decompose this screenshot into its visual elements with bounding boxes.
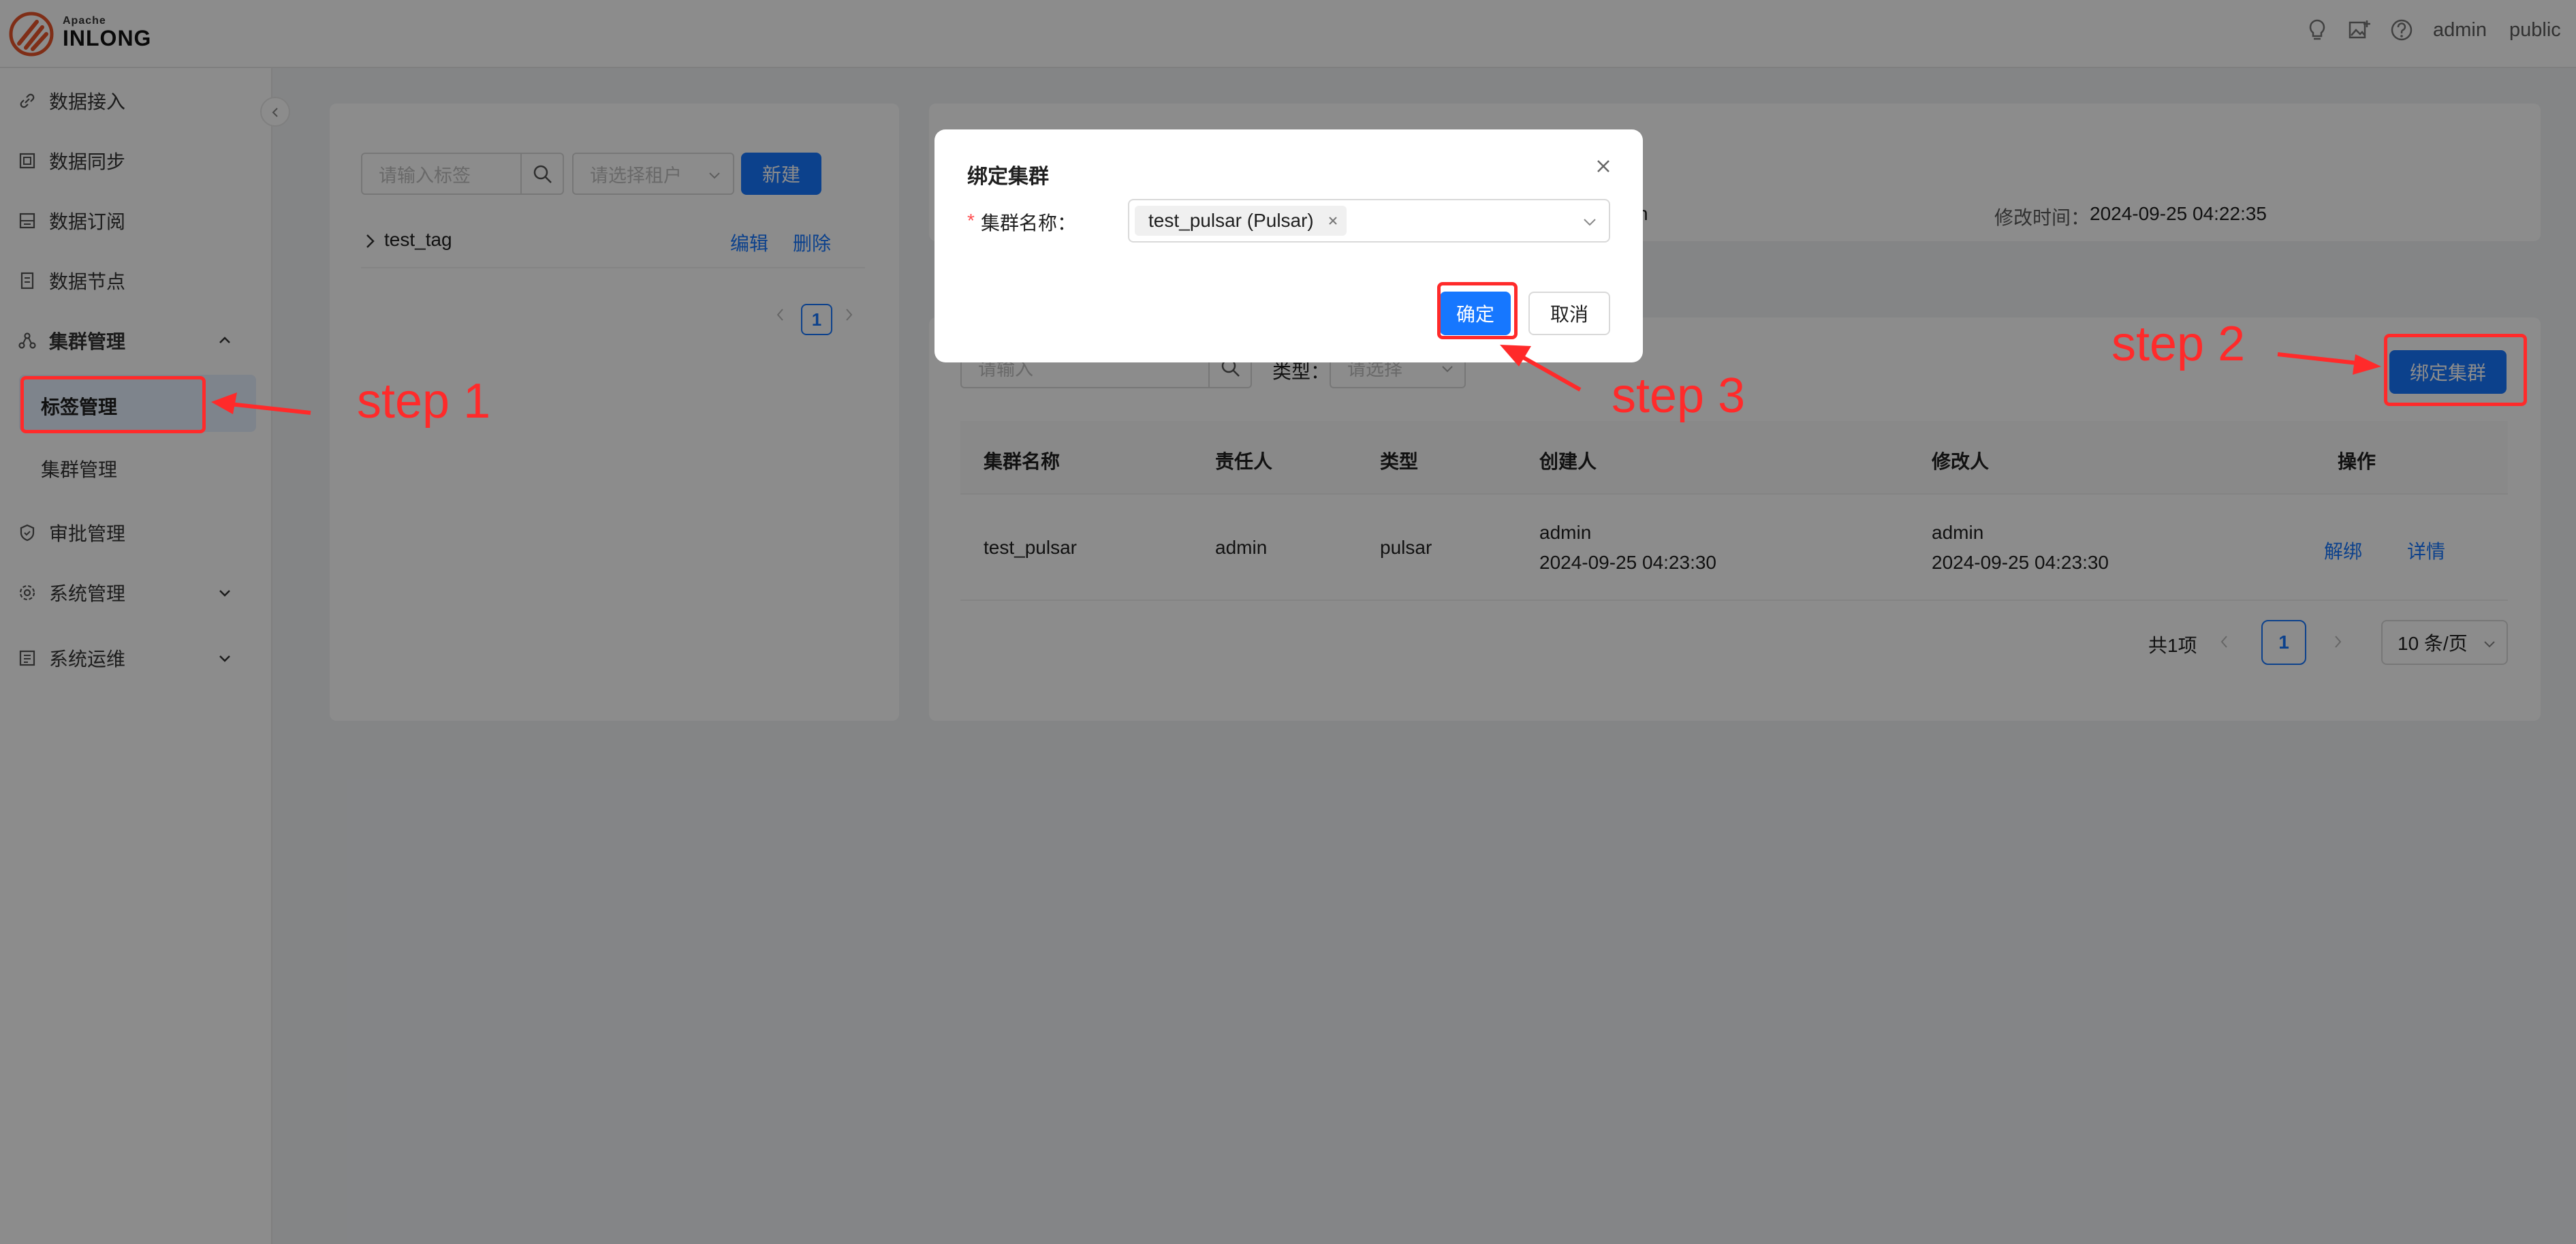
selected-tag-label: test_pulsar (Pulsar) (1148, 210, 1314, 231)
cancel-button[interactable]: 取消 (1528, 292, 1610, 335)
field-label: 集群名称： (981, 213, 1077, 234)
step2-arrow-icon (2277, 352, 2381, 375)
selected-tag[interactable]: test_pulsar (Pulsar) (1135, 206, 1347, 236)
chevron-down-icon (1584, 219, 1596, 226)
required-mark: * (967, 210, 975, 231)
step1-highlight-box (20, 376, 206, 433)
step3-arrow-icon (1500, 345, 1582, 392)
step1-label: step 1 (357, 374, 491, 429)
step2-label: step 2 (2111, 317, 2246, 371)
step3-label: step 3 (1612, 369, 1746, 423)
cluster-name-select[interactable]: test_pulsar (Pulsar) (1128, 199, 1610, 243)
step1-arrow-icon (211, 392, 311, 415)
step2-highlight-box (2384, 334, 2527, 406)
step3-highlight-box (1437, 282, 1518, 339)
modal-title: 绑定集群 (967, 166, 1049, 188)
tag-remove-icon[interactable] (1328, 215, 1338, 226)
bind-cluster-modal: 绑定集群 * 集群名称： test_pulsar (Pulsar) 确定 取消 (934, 129, 1643, 362)
close-icon[interactable] (1594, 157, 1613, 176)
